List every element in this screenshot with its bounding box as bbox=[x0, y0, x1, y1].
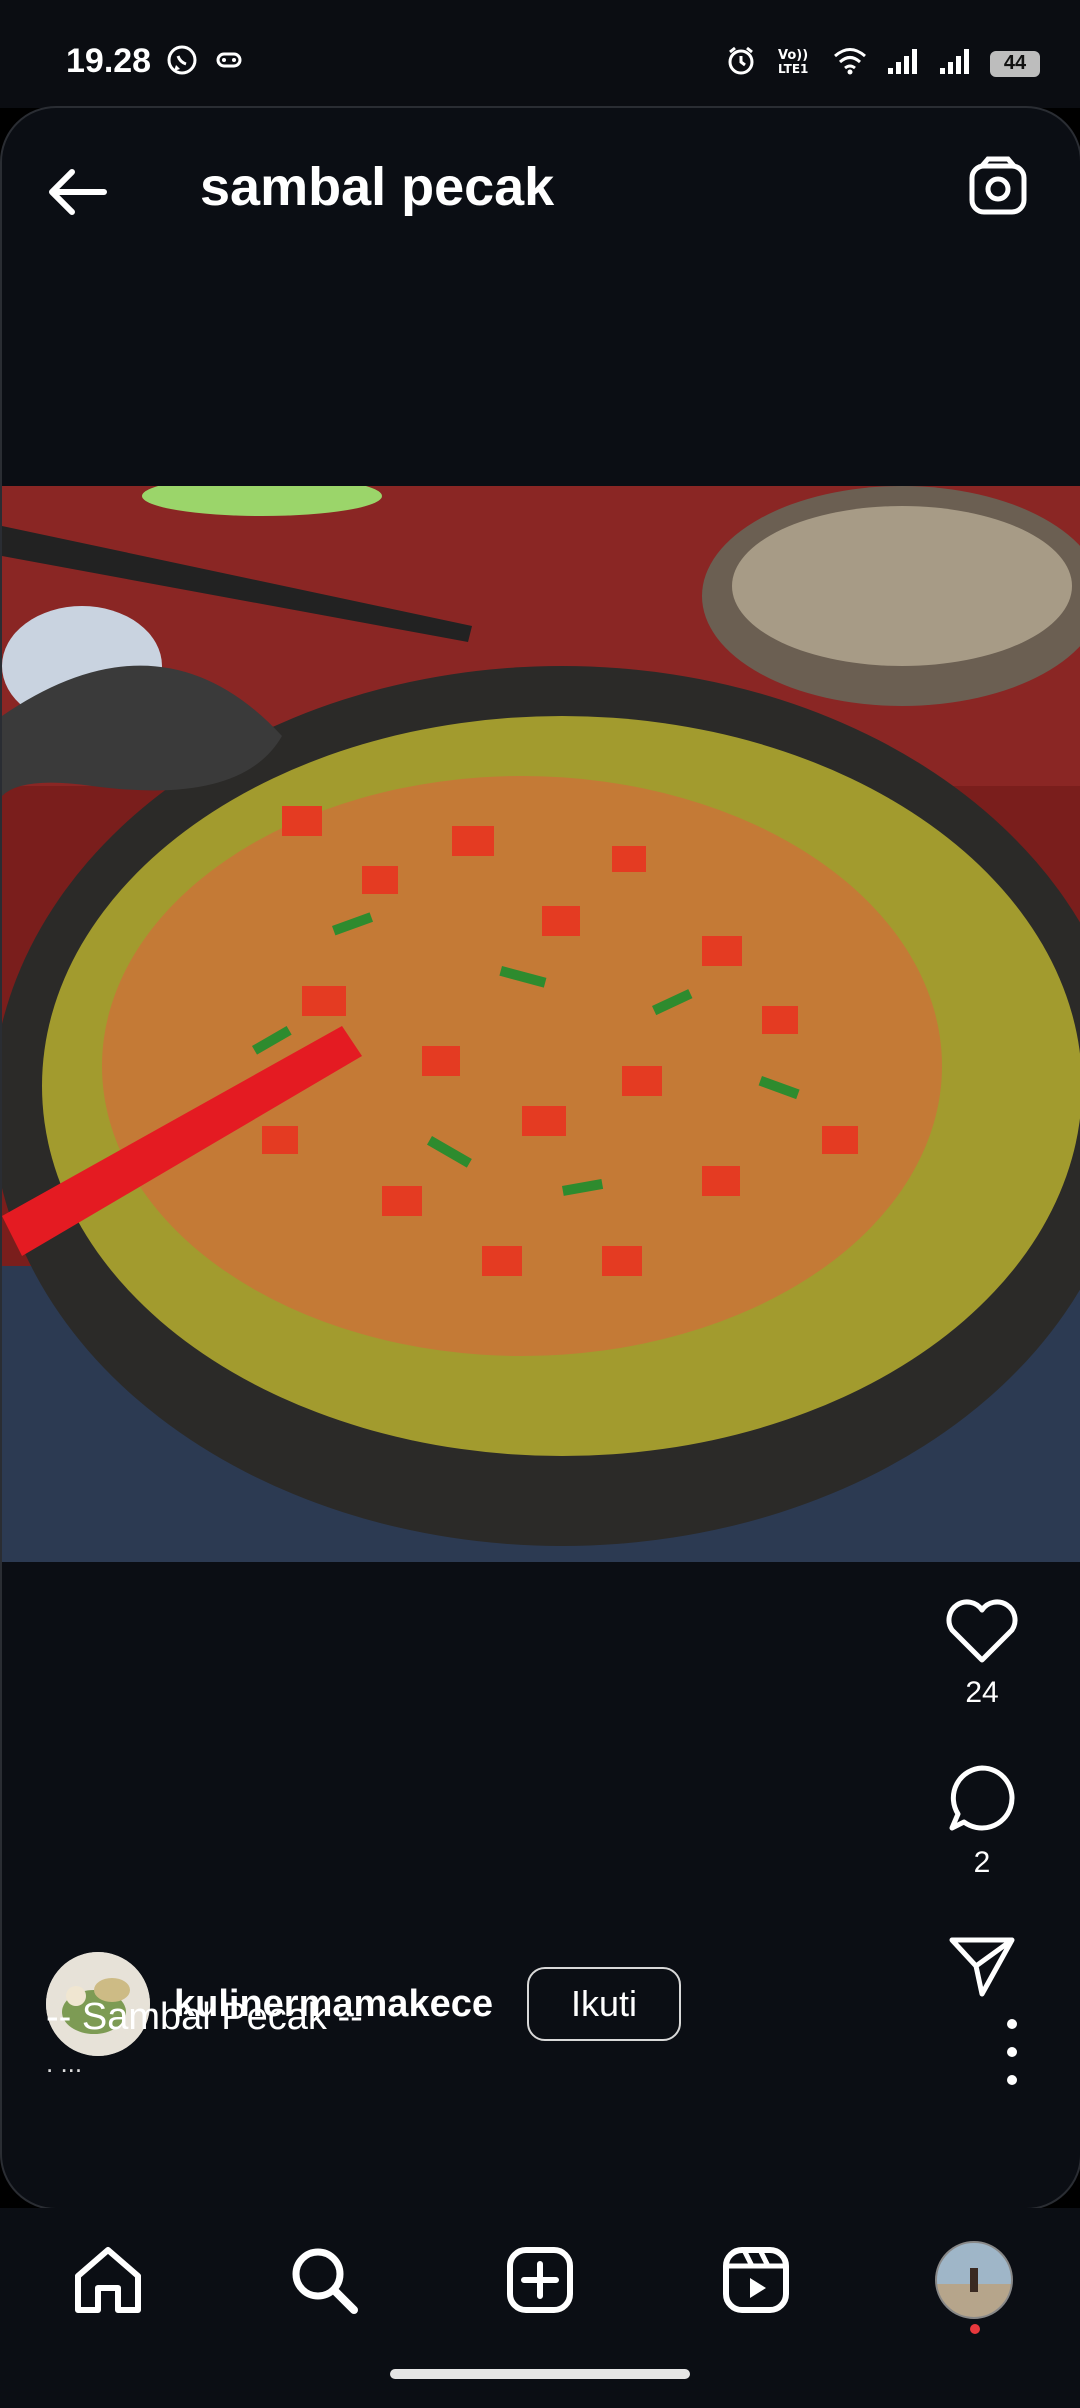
back-button[interactable] bbox=[42, 156, 114, 228]
sambal-photo bbox=[2, 486, 1080, 1562]
caption-more[interactable]: . ... bbox=[46, 2048, 82, 2079]
page-title: sambal pecak bbox=[200, 157, 555, 217]
like-action: 24 bbox=[922, 1596, 1042, 1710]
create-icon bbox=[507, 2247, 573, 2313]
reels-icon bbox=[723, 2247, 789, 2313]
wifi-icon bbox=[832, 46, 868, 81]
post-caption: -- Sambal Pecak -- bbox=[46, 1996, 363, 2038]
camera-icon bbox=[969, 156, 1027, 215]
post-card: sambal pecak 24 2 kulinermamakece Ikuti … bbox=[0, 106, 1080, 2210]
home-icon bbox=[75, 2247, 141, 2313]
comment-action: 2 bbox=[922, 1760, 1042, 1880]
camera-button[interactable] bbox=[962, 152, 1034, 224]
profile-avatar bbox=[935, 2241, 1013, 2319]
battery-icon: 44 bbox=[990, 50, 1040, 77]
more-button[interactable] bbox=[1002, 2012, 1022, 2092]
volte-icon: Vo)) LTE1 bbox=[776, 45, 814, 82]
nav-home[interactable] bbox=[68, 2240, 148, 2320]
svg-text:LTE1: LTE1 bbox=[778, 62, 808, 76]
status-time: 19.28 bbox=[66, 42, 152, 80]
game-icon bbox=[216, 50, 242, 75]
nav-search[interactable] bbox=[284, 2240, 364, 2320]
alarm-icon bbox=[724, 44, 758, 83]
whatsapp-icon bbox=[166, 44, 198, 81]
heart-icon[interactable] bbox=[944, 1596, 1020, 1666]
post-image[interactable] bbox=[2, 486, 1080, 1562]
like-count: 24 bbox=[965, 1676, 999, 1709]
svg-text:Vo)): Vo)) bbox=[778, 48, 808, 63]
signal-icon bbox=[886, 46, 920, 81]
notification-dot bbox=[970, 2324, 980, 2334]
post-actions: 24 2 bbox=[922, 1596, 1042, 2002]
more-icon bbox=[1007, 2019, 1017, 2085]
nav-profile[interactable] bbox=[934, 2240, 1014, 2320]
home-indicator[interactable] bbox=[390, 2369, 690, 2379]
status-right-icons: Vo)) LTE1 44 bbox=[724, 44, 1040, 83]
signal-icon-2 bbox=[938, 46, 972, 81]
comment-count: 2 bbox=[973, 1846, 991, 1879]
header: sambal pecak bbox=[2, 108, 1080, 258]
status-left-icons bbox=[166, 44, 242, 81]
follow-button[interactable]: Ikuti bbox=[526, 1967, 682, 2041]
share-action bbox=[922, 1930, 1042, 2002]
back-arrow-icon bbox=[49, 169, 107, 215]
nav-reels[interactable] bbox=[716, 2240, 796, 2320]
comment-icon[interactable] bbox=[944, 1760, 1020, 1836]
nav-create[interactable] bbox=[500, 2240, 580, 2320]
status-bar: 19.28 Vo)) LTE1 44 bbox=[0, 0, 1080, 108]
share-icon[interactable] bbox=[946, 1930, 1018, 2002]
search-icon bbox=[292, 2248, 358, 2314]
